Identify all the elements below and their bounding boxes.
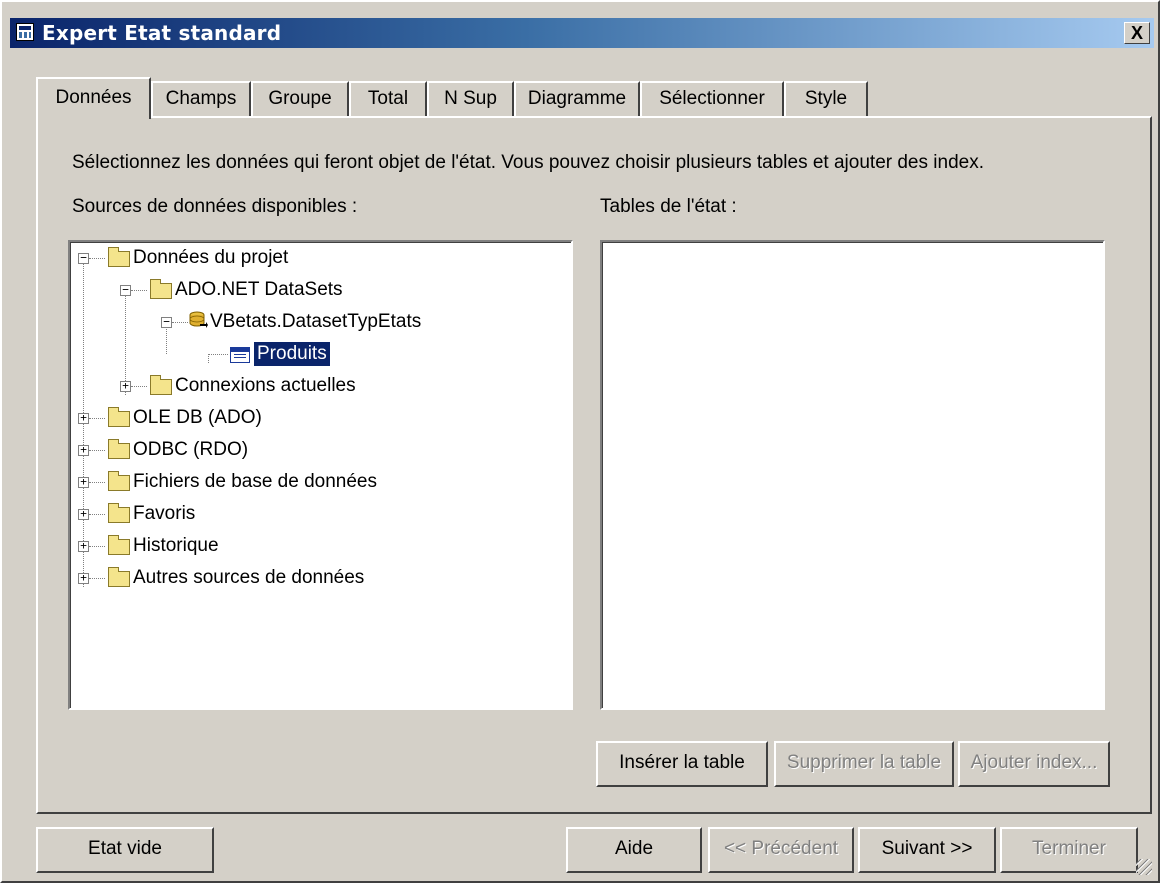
tree-connector <box>89 578 105 579</box>
folder-icon <box>150 375 172 395</box>
collapse-icon[interactable]: − <box>120 284 131 296</box>
tree-connector <box>172 322 188 323</box>
collapse-icon[interactable]: − <box>78 252 89 264</box>
folder-icon <box>108 535 130 555</box>
tree-node-label: ODBC (RDO) <box>133 439 249 460</box>
expand-icon[interactable]: + <box>78 444 89 456</box>
report-tables-list[interactable] <box>600 240 1105 710</box>
tree-node-label: Fichiers de base de données <box>133 471 377 492</box>
instructions-text: Sélectionnez les données qui feront obje… <box>72 152 984 173</box>
tree-node-label: Historique <box>133 535 219 556</box>
next-button[interactable]: Suivant >> <box>858 827 996 873</box>
tree-connector <box>89 546 105 547</box>
close-button[interactable]: X <box>1124 22 1150 44</box>
folder-icon <box>108 407 130 427</box>
tab-groupe[interactable]: Groupe <box>251 81 349 117</box>
tree-node-label: Autres sources de données <box>133 567 365 588</box>
tree-connector <box>89 258 105 259</box>
tree-connector <box>131 290 147 291</box>
tree-node-label: VBetats.DatasetTypEtats <box>210 311 422 332</box>
title-bar[interactable]: Expert Etat standard X <box>10 18 1154 48</box>
tree-node-label: ADO.NET DataSets <box>175 279 343 300</box>
tree-connector <box>208 354 228 355</box>
folder-icon <box>108 439 130 459</box>
folder-icon <box>108 567 130 587</box>
tab-total[interactable]: Total <box>349 81 427 117</box>
expand-icon[interactable]: + <box>78 476 89 488</box>
app-icon <box>16 23 34 41</box>
tab-champs[interactable]: Champs <box>151 81 251 117</box>
tree-connector <box>131 386 147 387</box>
expand-icon[interactable]: + <box>120 380 131 392</box>
window-title: Expert Etat standard <box>42 21 282 45</box>
tab-selectionner[interactable]: Sélectionner <box>640 81 784 117</box>
previous-button[interactable]: << Précédent <box>708 827 854 873</box>
empty-report-button[interactable]: Etat vide <box>36 827 214 873</box>
folder-icon <box>108 471 130 491</box>
tree-connector <box>89 450 105 451</box>
tab-n-sup[interactable]: N Sup <box>427 81 514 117</box>
tab-style[interactable]: Style <box>784 81 868 117</box>
expand-icon[interactable]: + <box>78 540 89 552</box>
add-index-button[interactable]: Ajouter index... <box>958 741 1110 787</box>
tree-node-label: OLE DB (ADO) <box>133 407 262 428</box>
folder-icon <box>150 279 172 299</box>
tab-diagramme[interactable]: Diagramme <box>514 81 640 117</box>
folder-icon <box>108 503 130 523</box>
tree-connector <box>89 514 105 515</box>
finish-button[interactable]: Terminer <box>1000 827 1138 873</box>
expand-icon[interactable]: + <box>78 412 89 424</box>
resize-grip-icon[interactable] <box>1136 859 1152 875</box>
report-expert-dialog: Expert Etat standard X Données Champs Gr… <box>0 0 1160 883</box>
tree-node-label: Données du projet <box>133 247 289 268</box>
folder-icon <box>108 247 130 267</box>
data-sources-tree[interactable]: − Données du projet − ADO.NET DataSets − <box>68 240 573 710</box>
tree-node-label: Produits <box>253 341 331 367</box>
sources-label: Sources de données disponibles : <box>72 196 358 217</box>
collapse-icon[interactable]: − <box>161 316 172 328</box>
insert-table-button[interactable]: Insérer la table <box>596 741 768 787</box>
database-icon <box>189 311 208 328</box>
help-button[interactable]: Aide <box>566 827 702 873</box>
table-icon <box>230 347 250 363</box>
expand-icon[interactable]: + <box>78 572 89 584</box>
expand-icon[interactable]: + <box>78 508 89 520</box>
tab-donnees[interactable]: Données <box>36 77 151 119</box>
tables-label: Tables de l'état : <box>600 196 737 217</box>
tree-node-label: Favoris <box>133 503 196 524</box>
tree-guide-level3 <box>208 354 209 363</box>
delete-table-button[interactable]: Supprimer la table <box>774 741 954 787</box>
tree-connector <box>89 418 105 419</box>
tree-node-label: Connexions actuelles <box>175 375 356 396</box>
tree-connector <box>89 482 105 483</box>
tab-panel-donnees: Sélectionnez les données qui feront obje… <box>36 116 1152 814</box>
